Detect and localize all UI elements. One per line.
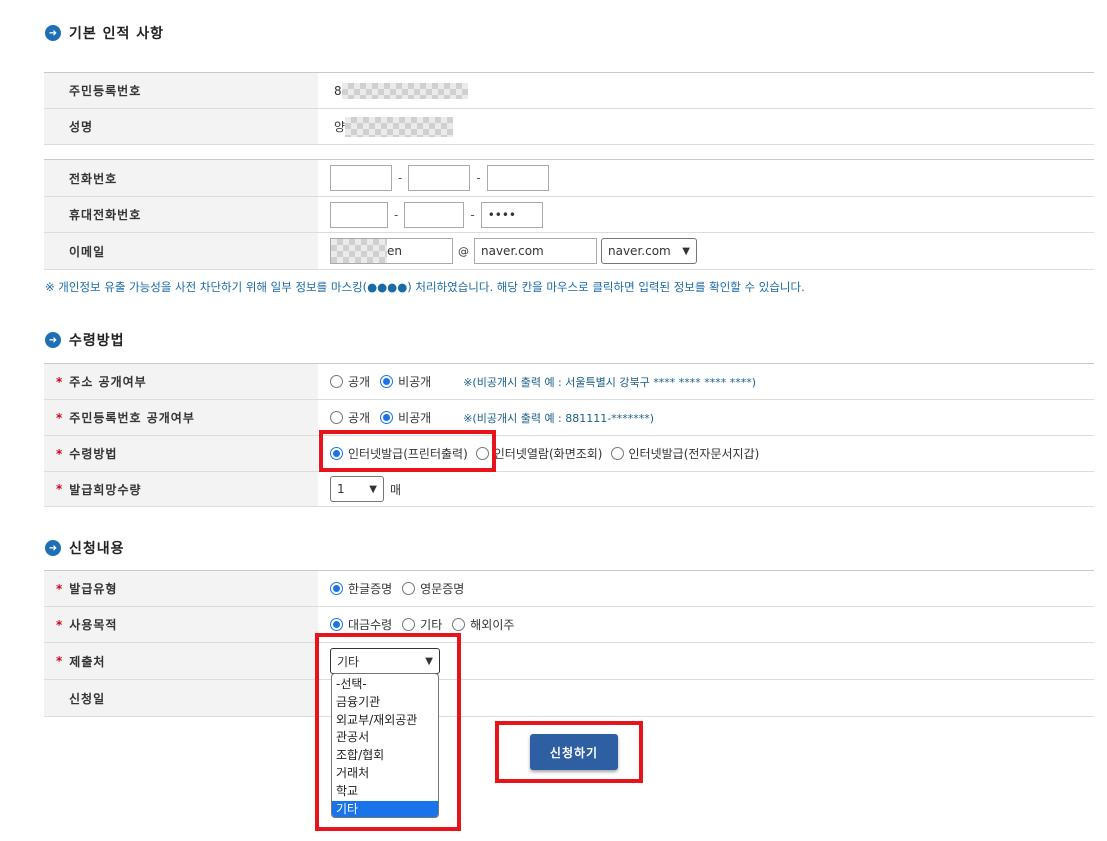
radio-icon (610, 447, 624, 460)
name-row: 성명 양 (44, 109, 1094, 145)
apply-table: * 발급유형 한글증명 영문증명 * 사용목적 대금수령 기타 해외이주 * 제… (44, 570, 1094, 717)
email-row: 이메일 en @ naver.com naver.com ▼ (44, 233, 1094, 270)
mobile-part3-input[interactable]: •••• (480, 201, 543, 228)
rrn-value: 8 (318, 73, 1094, 108)
section-title-apply: ➜ 신청내용 (45, 538, 125, 558)
arrow-right-circle-icon: ➜ (45, 332, 61, 348)
purpose-other-radio[interactable]: 기타 (402, 616, 442, 633)
quantity-row: * 발급희망수량 1 ▼ 매 (44, 472, 1094, 507)
section-title-receive: ➜ 수령방법 (45, 330, 125, 350)
rrn-row: 주민등록번호 8 (44, 73, 1094, 109)
email-domain-input[interactable]: naver.com (474, 238, 597, 264)
phone-part3-input[interactable] (486, 165, 549, 191)
submit-to-row: * 제출처 기타 ▼ (44, 643, 1094, 680)
phone-part1-input[interactable] (330, 165, 392, 191)
radio-checked-icon (330, 582, 343, 595)
mobile-part2-input[interactable] (404, 201, 465, 228)
basic-info-table: 주민등록번호 8 성명 양 (44, 72, 1094, 145)
mobile-label: 휴대전화번호 (44, 197, 318, 232)
apply-date-row: 신청일 (44, 680, 1094, 717)
mobile-part1-input[interactable] (330, 201, 388, 228)
type-korean-radio[interactable]: 한글증명 (330, 580, 392, 597)
radio-icon (402, 618, 416, 631)
chevron-down-icon: ▼ (369, 483, 377, 495)
contact-table: 전화번호 - - 휴대전화번호 - - •••• 이메일 en @ naver.… (44, 159, 1094, 270)
arrow-right-circle-icon: ➜ (45, 540, 61, 556)
purpose-emigration-radio[interactable]: 해외이주 (452, 616, 514, 633)
receive-table: * 주소 공개여부 공개 비공개 ※(비공개시 출력 예 : 서울특별시 강북구… (44, 363, 1094, 507)
rrn-public-row: * 주민등록번호 공개여부 공개 비공개 ※(비공개시 출력 예 : 88111… (44, 400, 1094, 436)
phone-row: 전화번호 - - (44, 160, 1094, 197)
required-mark: * (56, 374, 64, 389)
rrn-public-radio[interactable]: 공개 (330, 409, 370, 426)
method-wallet-radio[interactable]: 인터넷발급(전자문서지갑) (610, 445, 759, 462)
receive-method-row: * 수령방법 인터넷발급(프린터출력) 인터넷열람(화면조회) 인터넷발급(전자… (44, 436, 1094, 472)
address-public-row: * 주소 공개여부 공개 비공개 ※(비공개시 출력 예 : 서울특별시 강북구… (44, 364, 1094, 400)
mobile-row: 휴대전화번호 - - •••• (44, 197, 1094, 233)
phone-part2-input[interactable] (408, 165, 471, 191)
email-id-input[interactable]: en (330, 238, 453, 264)
section-title-basic: ➜ 기본 인적 사항 (45, 23, 164, 43)
type-english-radio[interactable]: 영문증명 (402, 580, 464, 597)
radio-checked-icon (330, 618, 343, 631)
radio-icon (330, 375, 343, 388)
purpose-payment-radio[interactable]: 대금수령 (330, 616, 392, 633)
radio-checked-icon (380, 375, 394, 388)
quantity-select[interactable]: 1 ▼ (330, 476, 384, 502)
phone-label: 전화번호 (44, 160, 318, 196)
masked-region (331, 239, 387, 263)
radio-icon (402, 582, 416, 595)
highlight-box-method (319, 430, 496, 472)
chevron-down-icon: ▼ (682, 245, 690, 257)
rrn-label: 주민등록번호 (44, 73, 318, 108)
masked-region (345, 116, 454, 137)
name-value: 양 (318, 109, 1094, 144)
radio-icon (452, 618, 466, 631)
masked-region (341, 82, 468, 99)
arrow-right-circle-icon: ➜ (45, 25, 61, 41)
purpose-row: * 사용목적 대금수령 기타 해외이주 (44, 607, 1094, 643)
highlight-box-submit (495, 721, 643, 783)
apply-date-label: 신청일 (44, 680, 318, 716)
radio-checked-icon (380, 411, 394, 424)
radio-icon (330, 411, 343, 424)
issue-type-row: * 발급유형 한글증명 영문증명 (44, 571, 1094, 607)
name-label: 성명 (44, 109, 318, 144)
highlight-box-dropdown (315, 633, 461, 831)
address-public-radio[interactable]: 공개 (330, 373, 370, 390)
rrn-private-radio[interactable]: 비공개 (380, 409, 431, 426)
mask-notice: ※ 개인정보 유출 가능성을 사전 차단하기 위해 일부 정보를 마스킹(●●●… (45, 280, 805, 294)
email-label: 이메일 (44, 233, 318, 269)
email-domain-select[interactable]: naver.com ▼ (601, 238, 697, 264)
address-private-radio[interactable]: 비공개 (380, 373, 431, 390)
